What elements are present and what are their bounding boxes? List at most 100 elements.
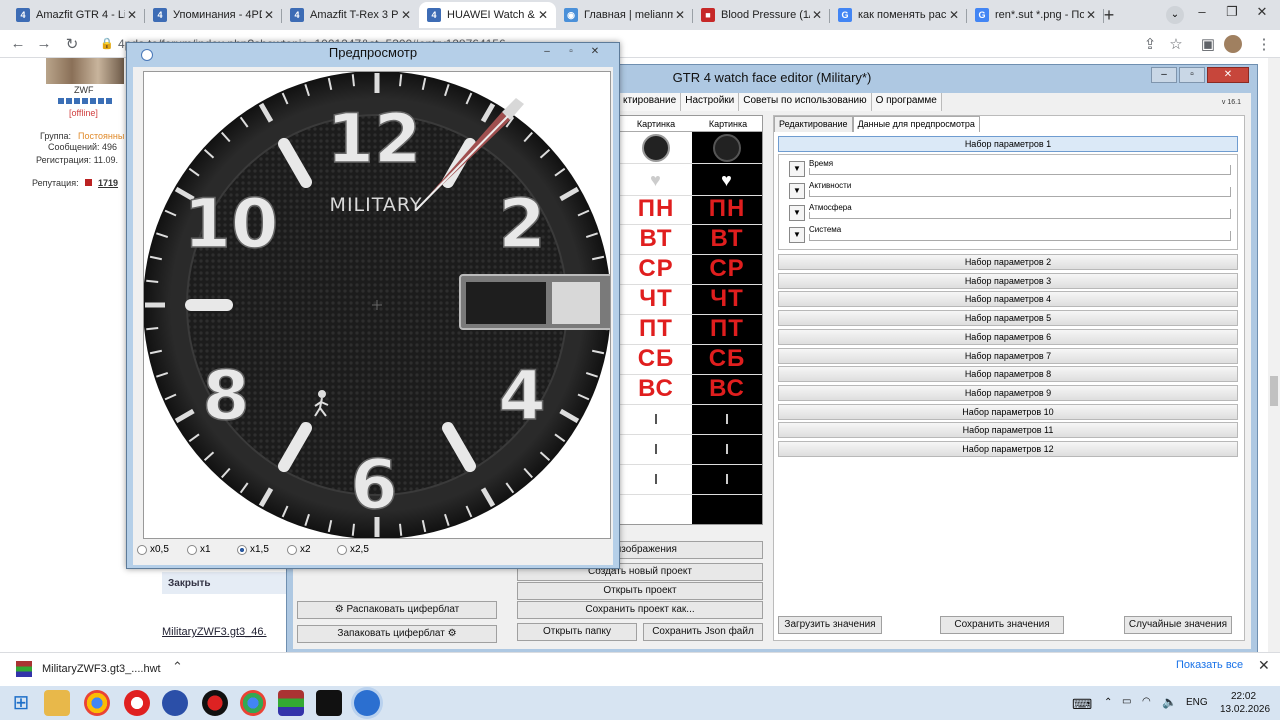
chrome-icon[interactable] (84, 690, 110, 716)
tab-close-icon[interactable]: ✕ (810, 8, 824, 22)
browser-tab[interactable]: Gren*.sut *.png - По ✕ (967, 2, 1104, 28)
attachment-link[interactable]: MilitaryZWF3.gt3_46. (162, 626, 267, 638)
volume-icon[interactable]: 🔈 (1162, 695, 1177, 709)
reputation-value[interactable]: 1719 (98, 178, 118, 188)
tab-preview-data[interactable]: Данные для предпросмотра (852, 116, 980, 132)
param-set-5-header[interactable]: Набор параметров 5 (778, 310, 1238, 327)
param-set-8-header[interactable]: Набор параметров 8 (778, 366, 1238, 383)
watchface-editor-icon[interactable] (354, 690, 380, 716)
recorder-icon[interactable] (202, 690, 228, 716)
close-download-bar-icon[interactable]: ✕ (1258, 657, 1270, 674)
param-set-4-header[interactable]: Набор параметров 4 (778, 291, 1238, 308)
network-icon[interactable]: ▭ (1122, 696, 1131, 707)
tab-close-icon[interactable]: ✕ (262, 8, 276, 22)
menu-settings[interactable]: Настройки (681, 93, 740, 111)
group-system[interactable]: ▼ Система (789, 225, 1231, 243)
editor-maximize-button[interactable]: ▫ (1179, 67, 1205, 83)
watchface-canvas[interactable]: 12 2 4 6 8 10 MILITARY (143, 71, 617, 539)
param-set-12-header[interactable]: Набор параметров 12 (778, 441, 1238, 457)
preview-maximize-icon[interactable]: ▫ (561, 46, 581, 57)
param-set-1-header[interactable]: Набор параметров 1 (778, 136, 1238, 152)
tab-close-icon[interactable]: ✕ (947, 8, 961, 22)
reputation-icon[interactable] (85, 179, 92, 186)
browser-tab[interactable]: 4 Amazfit T-Rex 3 Pr ✕ (282, 2, 419, 28)
zoom-option[interactable]: x2 (287, 544, 311, 555)
opera-icon[interactable] (124, 690, 150, 716)
save-values-button[interactable]: Сохранить значения (940, 616, 1064, 634)
save-project-as-button[interactable]: Сохранить проект как... (517, 601, 763, 619)
bookmark-star-icon[interactable]: ☆ (1166, 35, 1186, 53)
menu-tips[interactable]: Советы по использованию (739, 93, 872, 111)
param-set-11-header[interactable]: Набор параметров 11 (778, 422, 1238, 439)
zoom-option[interactable]: x0,5 (137, 544, 169, 555)
preview-close-icon[interactable]: ✕ (585, 46, 605, 57)
back-icon[interactable]: ← (8, 35, 28, 52)
clock-app-icon[interactable] (162, 690, 188, 716)
tab-close-icon[interactable]: ✕ (125, 8, 139, 22)
param-set-10-header[interactable]: Набор параметров 10 (778, 403, 1238, 420)
chevron-up-icon[interactable]: ⌃ (172, 659, 183, 675)
expand-arrow-icon[interactable]: ▼ (789, 227, 805, 243)
zoom-option[interactable]: x1 (187, 544, 211, 555)
maximize-icon[interactable]: ❐ (1222, 4, 1242, 20)
show-all-button[interactable]: Показать все (1176, 659, 1243, 671)
preview-minimize-icon[interactable]: – (537, 46, 557, 57)
share-icon[interactable]: ⇪ (1140, 35, 1160, 53)
browser-menu-icon[interactable]: ⋮ (1254, 35, 1274, 53)
browser-tab[interactable]: Gкак поменять рас ✕ (830, 2, 967, 28)
menu-about[interactable]: О программе (871, 93, 942, 111)
expand-arrow-icon[interactable]: ▼ (789, 161, 805, 177)
clock-time[interactable]: 22:02 (1231, 691, 1256, 702)
tray-expand-icon[interactable]: ⌃ (1104, 697, 1112, 708)
input-language[interactable]: ENG (1186, 697, 1208, 708)
open-folder-button[interactable]: Открыть папку (517, 623, 637, 641)
radio-button[interactable] (237, 544, 247, 555)
expand-arrow-icon[interactable]: ▼ (789, 205, 805, 221)
radio-button[interactable] (337, 544, 347, 555)
forward-icon[interactable]: → (34, 35, 54, 52)
param-set-6-header[interactable]: Набор параметров 6 (778, 328, 1238, 345)
zoom-option[interactable]: x1,5 (237, 544, 269, 555)
save-json-button[interactable]: Сохранить Json файл (643, 623, 763, 641)
file-explorer-icon[interactable] (44, 690, 70, 716)
browser-tab[interactable]: 4 Amazfit GTR 4 - Li ✕ (8, 2, 145, 28)
new-tab-button[interactable]: + (1098, 5, 1120, 25)
image-table[interactable]: Картинка Картинка ♥ ♥ ПН ПН ВТ ВТ СР СР ЧТ ЧТ ПТ ПТ… (619, 115, 763, 525)
tab-close-icon[interactable]: ✕ (1084, 8, 1098, 22)
group-time[interactable]: ▼ Время (789, 159, 1231, 177)
group-activity[interactable]: ▼ Активности (789, 181, 1231, 199)
menu-edit[interactable]: ктирование (619, 93, 682, 111)
expand-arrow-icon[interactable]: ▼ (789, 183, 805, 199)
keyboard-icon[interactable]: ⌨ (1072, 696, 1092, 713)
side-panel-icon[interactable]: ▣ (1198, 35, 1218, 53)
profile-avatar[interactable] (1224, 35, 1242, 53)
winrar-icon[interactable] (278, 690, 304, 716)
tab-close-icon[interactable]: ✕ (536, 8, 550, 22)
radio-button[interactable] (187, 544, 197, 555)
param-set-7-header[interactable]: Набор параметров 7 (778, 347, 1238, 364)
radio-button[interactable] (287, 544, 297, 555)
browser-tab[interactable]: ■ Blood Pressure (1/✕ (693, 2, 830, 28)
close-spoiler-link[interactable]: Закрыть (162, 572, 288, 594)
param-set-9-header[interactable]: Набор параметров 9 (778, 384, 1238, 401)
download-filename[interactable]: MilitaryZWF3.gt3_....hwt (42, 663, 161, 675)
unpack-watchface-button[interactable]: ⚙ Распаковать циферблат (297, 601, 497, 619)
minimize-icon[interactable]: – (1192, 4, 1212, 19)
chrome-profile-icon[interactable] (240, 690, 266, 716)
windows-start-icon[interactable]: ⊞ (8, 690, 34, 716)
radio-button[interactable] (137, 544, 147, 555)
param-set-2-header[interactable]: Набор параметров 2 (778, 254, 1238, 270)
browser-tab[interactable]: ◉ Главная | melianm ✕ (556, 2, 693, 28)
group-atmosphere[interactable]: ▼ Атмосфера (789, 203, 1231, 221)
editor-close-button[interactable]: ✕ (1207, 67, 1249, 83)
load-values-button[interactable]: Загрузить значения (778, 616, 882, 634)
clock-date[interactable]: 13.02.2026 (1220, 704, 1270, 715)
zoom-option[interactable]: x2,5 (337, 544, 369, 555)
tab-close-icon[interactable]: ✕ (673, 8, 687, 22)
tab-close-icon[interactable]: ✕ (399, 8, 413, 22)
page-scrollbar[interactable] (1268, 58, 1280, 652)
terminal-icon[interactable] (316, 690, 342, 716)
browser-tab[interactable]: 4 Упоминания - 4PD ✕ (145, 2, 282, 28)
open-project-button[interactable]: Открыть проект (517, 582, 763, 600)
pack-watchface-button[interactable]: Запаковать циферблат ⚙ (297, 625, 497, 643)
